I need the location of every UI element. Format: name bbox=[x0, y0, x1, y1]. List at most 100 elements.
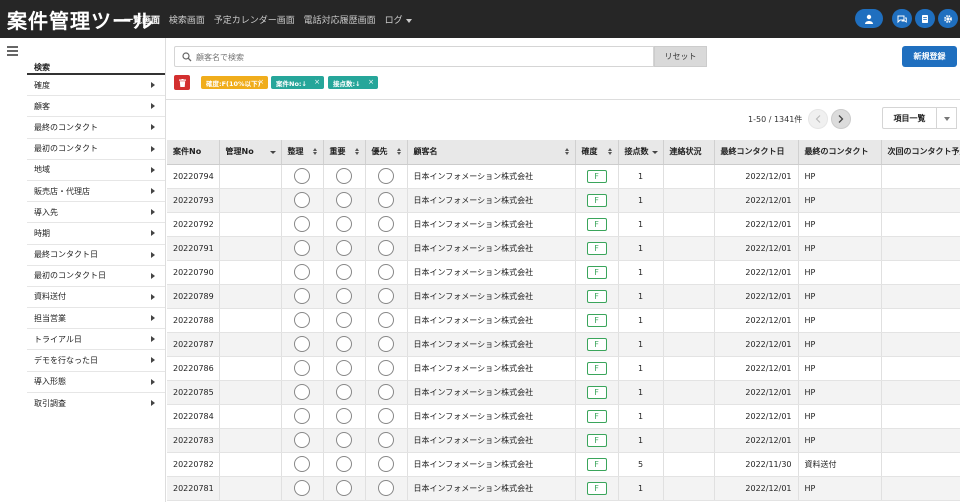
arrange-toggle[interactable] bbox=[294, 480, 310, 496]
important-toggle[interactable] bbox=[336, 240, 352, 256]
arrange-toggle[interactable] bbox=[294, 216, 310, 232]
priority-toggle[interactable] bbox=[378, 408, 394, 424]
priority-toggle[interactable] bbox=[378, 168, 394, 184]
nav-list-view[interactable]: 一覧画面 bbox=[124, 16, 160, 26]
sidebar-item[interactable]: 導入形態 bbox=[27, 372, 165, 393]
sidebar-item[interactable]: 最終コンタクト日 bbox=[27, 245, 165, 266]
priority-toggle[interactable] bbox=[378, 216, 394, 232]
important-toggle[interactable] bbox=[336, 192, 352, 208]
sidebar-item[interactable]: トライアル日 bbox=[27, 329, 165, 351]
table-row[interactable]: 20220784 日本インフォメーション株式会社 F 1 2022/12/01 HP bbox=[167, 404, 960, 429]
priority-toggle[interactable] bbox=[378, 480, 394, 496]
sidebar-item[interactable]: 販売店・代理店 bbox=[27, 181, 165, 203]
priority-toggle[interactable] bbox=[378, 384, 394, 400]
table-row[interactable]: 20220788 日本インフォメーション株式会社 F 1 2022/12/01 HP bbox=[167, 308, 960, 333]
sidebar-item[interactable]: 地域 bbox=[27, 160, 165, 181]
arrange-toggle[interactable] bbox=[294, 336, 310, 352]
sidebar-item[interactable]: 最初のコンタクト bbox=[27, 139, 165, 160]
search-input[interactable] bbox=[196, 50, 636, 64]
table-row[interactable]: 20220794 日本インフォメーション株式会社 F 1 2022/12/01 HP bbox=[167, 164, 960, 189]
sidebar-item[interactable]: 最初のコンタクト日 bbox=[27, 266, 165, 287]
clear-filters-button[interactable] bbox=[174, 75, 190, 90]
priority-toggle[interactable] bbox=[378, 240, 394, 256]
case-no-cell[interactable]: 20220781 bbox=[167, 476, 220, 501]
column-list-dropdown[interactable] bbox=[937, 107, 957, 129]
case-no-cell[interactable]: 20220786 bbox=[167, 356, 220, 381]
important-toggle[interactable] bbox=[336, 456, 352, 472]
close-icon[interactable]: × bbox=[368, 78, 374, 86]
case-no-cell[interactable]: 20220783 bbox=[167, 428, 220, 453]
table-row[interactable]: 20220787 日本インフォメーション株式会社 F 1 2022/12/01 HP bbox=[167, 332, 960, 357]
close-icon[interactable]: × bbox=[258, 78, 264, 86]
case-no-cell[interactable]: 20220788 bbox=[167, 308, 220, 333]
important-toggle[interactable] bbox=[336, 432, 352, 448]
filter-chip[interactable]: 案件No:↓ × bbox=[271, 76, 324, 89]
sidebar-item[interactable]: 顧客 bbox=[27, 96, 165, 118]
settings-button[interactable] bbox=[938, 9, 958, 28]
next-page-button[interactable] bbox=[831, 109, 851, 129]
col-header-customer[interactable]: 顧客名 bbox=[407, 140, 576, 165]
col-header-manage-no[interactable]: 管理No bbox=[219, 140, 282, 165]
arrange-toggle[interactable] bbox=[294, 384, 310, 400]
important-toggle[interactable] bbox=[336, 336, 352, 352]
col-header-touch-count[interactable]: 接点数 bbox=[618, 140, 664, 165]
arrange-toggle[interactable] bbox=[294, 288, 310, 304]
case-no-cell[interactable]: 20220793 bbox=[167, 188, 220, 213]
reset-button[interactable]: リセット bbox=[654, 46, 707, 67]
case-no-cell[interactable]: 20220792 bbox=[167, 212, 220, 237]
table-row[interactable]: 20220783 日本インフォメーション株式会社 F 1 2022/12/01 HP bbox=[167, 428, 960, 453]
table-row[interactable]: 20220786 日本インフォメーション株式会社 F 1 2022/12/01 HP bbox=[167, 356, 960, 381]
arrange-toggle[interactable] bbox=[294, 456, 310, 472]
arrange-toggle[interactable] bbox=[294, 240, 310, 256]
case-no-cell[interactable]: 20220782 bbox=[167, 452, 220, 477]
important-toggle[interactable] bbox=[336, 312, 352, 328]
table-row[interactable]: 20220789 日本インフォメーション株式会社 F 1 2022/12/01 HP bbox=[167, 284, 960, 309]
important-toggle[interactable] bbox=[336, 168, 352, 184]
arrange-toggle[interactable] bbox=[294, 192, 310, 208]
arrange-toggle[interactable] bbox=[294, 264, 310, 280]
nav-search-view[interactable]: 検索画面 bbox=[169, 16, 205, 26]
table-row[interactable]: 20220785 日本インフォメーション株式会社 F 1 2022/12/01 HP bbox=[167, 380, 960, 405]
close-icon[interactable]: × bbox=[314, 78, 320, 86]
col-header-last-contact[interactable]: 最終のコンタクト bbox=[798, 140, 882, 165]
case-no-cell[interactable]: 20220790 bbox=[167, 260, 220, 285]
document-button[interactable] bbox=[915, 9, 935, 28]
case-no-cell[interactable]: 20220784 bbox=[167, 404, 220, 429]
table-row[interactable]: 20220790 日本インフォメーション株式会社 F 1 2022/12/01 HP bbox=[167, 260, 960, 285]
arrange-toggle[interactable] bbox=[294, 408, 310, 424]
case-no-cell[interactable]: 20220794 bbox=[167, 164, 220, 189]
case-no-cell[interactable]: 20220787 bbox=[167, 332, 220, 357]
col-header-arrange[interactable]: 整理 bbox=[281, 140, 324, 165]
arrange-toggle[interactable] bbox=[294, 168, 310, 184]
case-no-cell[interactable]: 20220789 bbox=[167, 284, 220, 309]
table-row[interactable]: 20220791 日本インフォメーション株式会社 F 1 2022/12/01 HP bbox=[167, 236, 960, 261]
important-toggle[interactable] bbox=[336, 384, 352, 400]
sidebar-item[interactable]: 資料送付 bbox=[27, 287, 165, 309]
nav-call-history-view[interactable]: 電話対応履歴画面 bbox=[304, 16, 376, 26]
sidebar-item[interactable]: デモを行なった日 bbox=[27, 350, 165, 372]
col-header-last-contact-date[interactable]: 最終コンタクト日 bbox=[714, 140, 799, 165]
priority-toggle[interactable] bbox=[378, 192, 394, 208]
important-toggle[interactable] bbox=[336, 264, 352, 280]
prev-page-button[interactable] bbox=[808, 109, 828, 129]
sidebar-item[interactable]: 導入先 bbox=[27, 202, 165, 224]
col-header-case-no[interactable]: 案件No bbox=[167, 140, 220, 165]
table-row[interactable]: 20220782 日本インフォメーション株式会社 F5 2022/11/30資料送付2… bbox=[167, 452, 960, 477]
case-no-cell[interactable]: 20220791 bbox=[167, 236, 220, 261]
important-toggle[interactable] bbox=[336, 216, 352, 232]
user-button[interactable] bbox=[855, 9, 883, 28]
col-header-next-contact[interactable]: 次回のコンタクト予定 bbox=[881, 140, 960, 165]
column-list-button[interactable]: 項目一覧 bbox=[882, 107, 937, 129]
sidebar-item[interactable]: 時期 bbox=[27, 223, 165, 245]
priority-toggle[interactable] bbox=[378, 288, 394, 304]
chat-button[interactable] bbox=[892, 9, 912, 28]
nav-log-menu[interactable]: ログ bbox=[385, 16, 412, 26]
col-header-priority[interactable]: 優先 bbox=[365, 140, 408, 165]
arrange-toggle[interactable] bbox=[294, 432, 310, 448]
sidebar-item[interactable]: 確度 bbox=[27, 75, 165, 97]
case-no-cell[interactable]: 20220785 bbox=[167, 380, 220, 405]
important-toggle[interactable] bbox=[336, 360, 352, 376]
important-toggle[interactable] bbox=[336, 408, 352, 424]
important-toggle[interactable] bbox=[336, 288, 352, 304]
priority-toggle[interactable] bbox=[378, 360, 394, 376]
